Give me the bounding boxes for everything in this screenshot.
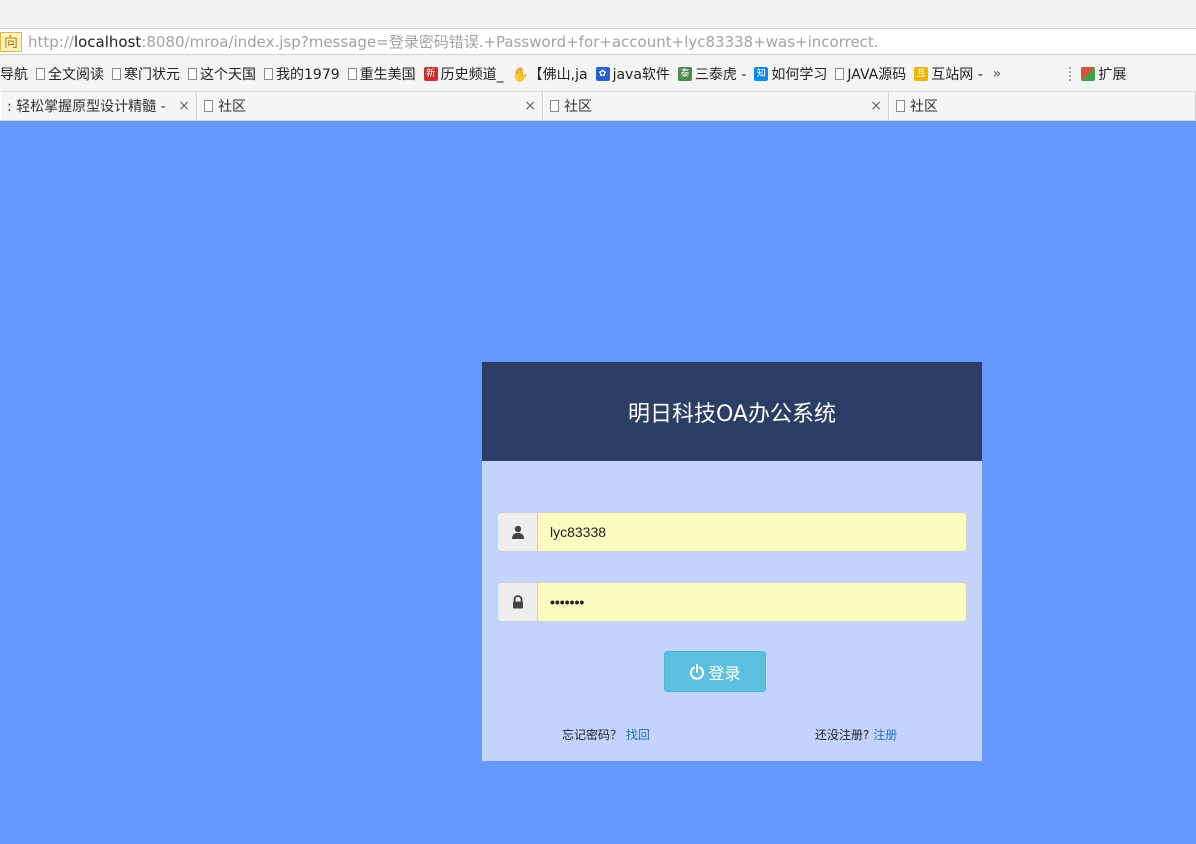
bookmark-label: JAVA源码 bbox=[847, 66, 907, 83]
login-button-label: 登录 bbox=[708, 663, 741, 683]
url-host: localhost bbox=[73, 33, 142, 51]
page-icon bbox=[204, 100, 213, 112]
bookmark-item[interactable]: 新历史频道_ bbox=[423, 64, 504, 84]
page-icon bbox=[347, 67, 357, 80]
url-text[interactable]: http://localhost:8080/mroa/index.jsp?mes… bbox=[28, 31, 879, 52]
bookmark-item[interactable]: 这个天国 bbox=[188, 64, 256, 84]
browser-title-strip bbox=[0, 0, 1196, 28]
page-icon bbox=[112, 67, 121, 80]
bookmark-item[interactable]: 寒门状元 bbox=[112, 64, 180, 84]
tab-title: 社区 bbox=[910, 99, 938, 115]
bookmark-label: 这个天国 bbox=[200, 66, 256, 83]
bookmark-item[interactable]: 知如何学习 bbox=[754, 64, 827, 84]
extensions-icon bbox=[1081, 66, 1096, 81]
bookmark-label: 全文阅读 bbox=[48, 66, 104, 83]
register-row: 还没注册? 注册 bbox=[815, 726, 897, 743]
user-icon bbox=[498, 513, 538, 551]
page-icon bbox=[550, 100, 559, 112]
browser-tab[interactable]: 社区 × bbox=[543, 92, 889, 120]
browser-tab[interactable]: : 轻松掌握原型设计精髓 - × bbox=[0, 92, 197, 120]
forgot-password-row: 忘记密码？ 找回 bbox=[562, 726, 650, 743]
bookmark-label: java软件 bbox=[612, 66, 670, 83]
bookmark-item[interactable]: ✋ 【佛山,ja bbox=[512, 64, 588, 84]
power-icon bbox=[690, 663, 705, 680]
url-path: :8080/mroa/index.jsp?message=登录密码错误.+Pas… bbox=[141, 33, 879, 51]
password-input[interactable] bbox=[538, 583, 966, 621]
url-scheme: http:// bbox=[28, 33, 74, 51]
bookmark-label: 互站网 - bbox=[931, 66, 983, 83]
bookmark-item[interactable]: JAVA源码 bbox=[835, 64, 906, 84]
bookmarks-overflow-chevron-icon[interactable]: » bbox=[993, 66, 1002, 82]
bookmark-item[interactable]: 泰三泰虎 - bbox=[677, 64, 747, 84]
paw-icon: ✿ bbox=[595, 66, 610, 81]
bookmark-item[interactable]: 我的1979 bbox=[264, 64, 340, 84]
username-group bbox=[497, 512, 967, 552]
bookmarks-separator bbox=[1069, 66, 1073, 81]
browser-tab[interactable]: 社区 × bbox=[197, 92, 543, 120]
santaihu-icon: 泰 bbox=[677, 66, 692, 81]
history-channel-icon: 新 bbox=[423, 66, 438, 81]
tab-close-icon[interactable]: × bbox=[870, 98, 882, 114]
bookmark-item[interactable]: 导航 bbox=[0, 64, 28, 84]
extensions-label: 扩展 bbox=[1098, 66, 1127, 83]
page-body: 明日科技OA办公系统 登录 忘记密码？ 找回 还没注册? 注册 bbox=[0, 121, 1196, 844]
zhihu-icon: 知 bbox=[754, 66, 769, 81]
hand-icon: ✋ bbox=[511, 66, 530, 83]
bookmark-item[interactable]: ✿ java软件 bbox=[595, 64, 670, 84]
username-input[interactable] bbox=[538, 513, 966, 551]
bookmark-label: 寒门状元 bbox=[124, 66, 180, 83]
page-icon bbox=[188, 67, 197, 80]
bookmark-item[interactable]: 全文阅读 bbox=[36, 64, 104, 84]
system-title: 明日科技OA办公系统 bbox=[628, 401, 836, 427]
bookmark-label: 导航 bbox=[0, 66, 28, 83]
bookmark-label: 【佛山,ja bbox=[528, 66, 588, 83]
login-header: 明日科技OA办公系统 bbox=[482, 362, 982, 461]
address-warning-badge[interactable]: 向 bbox=[0, 31, 22, 52]
page-icon bbox=[835, 67, 845, 80]
bookmark-label: 重生美国 bbox=[359, 66, 416, 83]
password-group bbox=[497, 582, 967, 622]
tab-close-icon[interactable]: × bbox=[178, 98, 190, 114]
tab-strip: : 轻松掌握原型设计精髓 - × 社区 × 社区 × 社区 bbox=[0, 92, 1196, 121]
forgot-password-text: 忘记密码？ bbox=[562, 728, 623, 742]
page-icon bbox=[896, 100, 905, 112]
tab-title: : 轻松掌握原型设计精髓 - bbox=[7, 99, 166, 115]
tab-title: 社区 bbox=[218, 99, 246, 115]
tab-close-icon[interactable]: × bbox=[524, 98, 536, 114]
bookmark-label: 历史频道_ bbox=[440, 66, 504, 83]
bookmark-label: 三泰虎 - bbox=[694, 66, 747, 83]
register-text: 还没注册? bbox=[815, 728, 870, 742]
browser-tab[interactable]: 社区 bbox=[889, 92, 1196, 120]
address-bar[interactable]: 向 http://localhost:8080/mroa/index.jsp?m… bbox=[0, 28, 1196, 55]
page-icon bbox=[36, 67, 45, 80]
bookmark-item[interactable]: 重生美国 bbox=[347, 64, 416, 84]
extensions-button[interactable]: 扩展 bbox=[1081, 64, 1126, 84]
tab-title: 社区 bbox=[564, 99, 592, 115]
lock-icon bbox=[498, 583, 538, 621]
forgot-password-link[interactable]: 找回 bbox=[626, 728, 650, 742]
register-link[interactable]: 注册 bbox=[873, 728, 897, 742]
bookmark-label: 我的1979 bbox=[276, 66, 340, 83]
bookmarks-bar: 导航 全文阅读 寒门状元 这个天国 我的1979 重生美国 新历史频道_ ✋ 【佛… bbox=[0, 56, 1196, 92]
bookmark-label: 如何学习 bbox=[771, 66, 828, 83]
bookmark-item[interactable]: 互互站网 - bbox=[914, 64, 983, 84]
login-button[interactable]: 登录 bbox=[664, 651, 766, 692]
login-panel: 明日科技OA办公系统 登录 忘记密码？ 找回 还没注册? 注册 bbox=[482, 362, 982, 761]
huzhan-icon: 互 bbox=[914, 66, 929, 81]
page-icon bbox=[264, 67, 273, 80]
